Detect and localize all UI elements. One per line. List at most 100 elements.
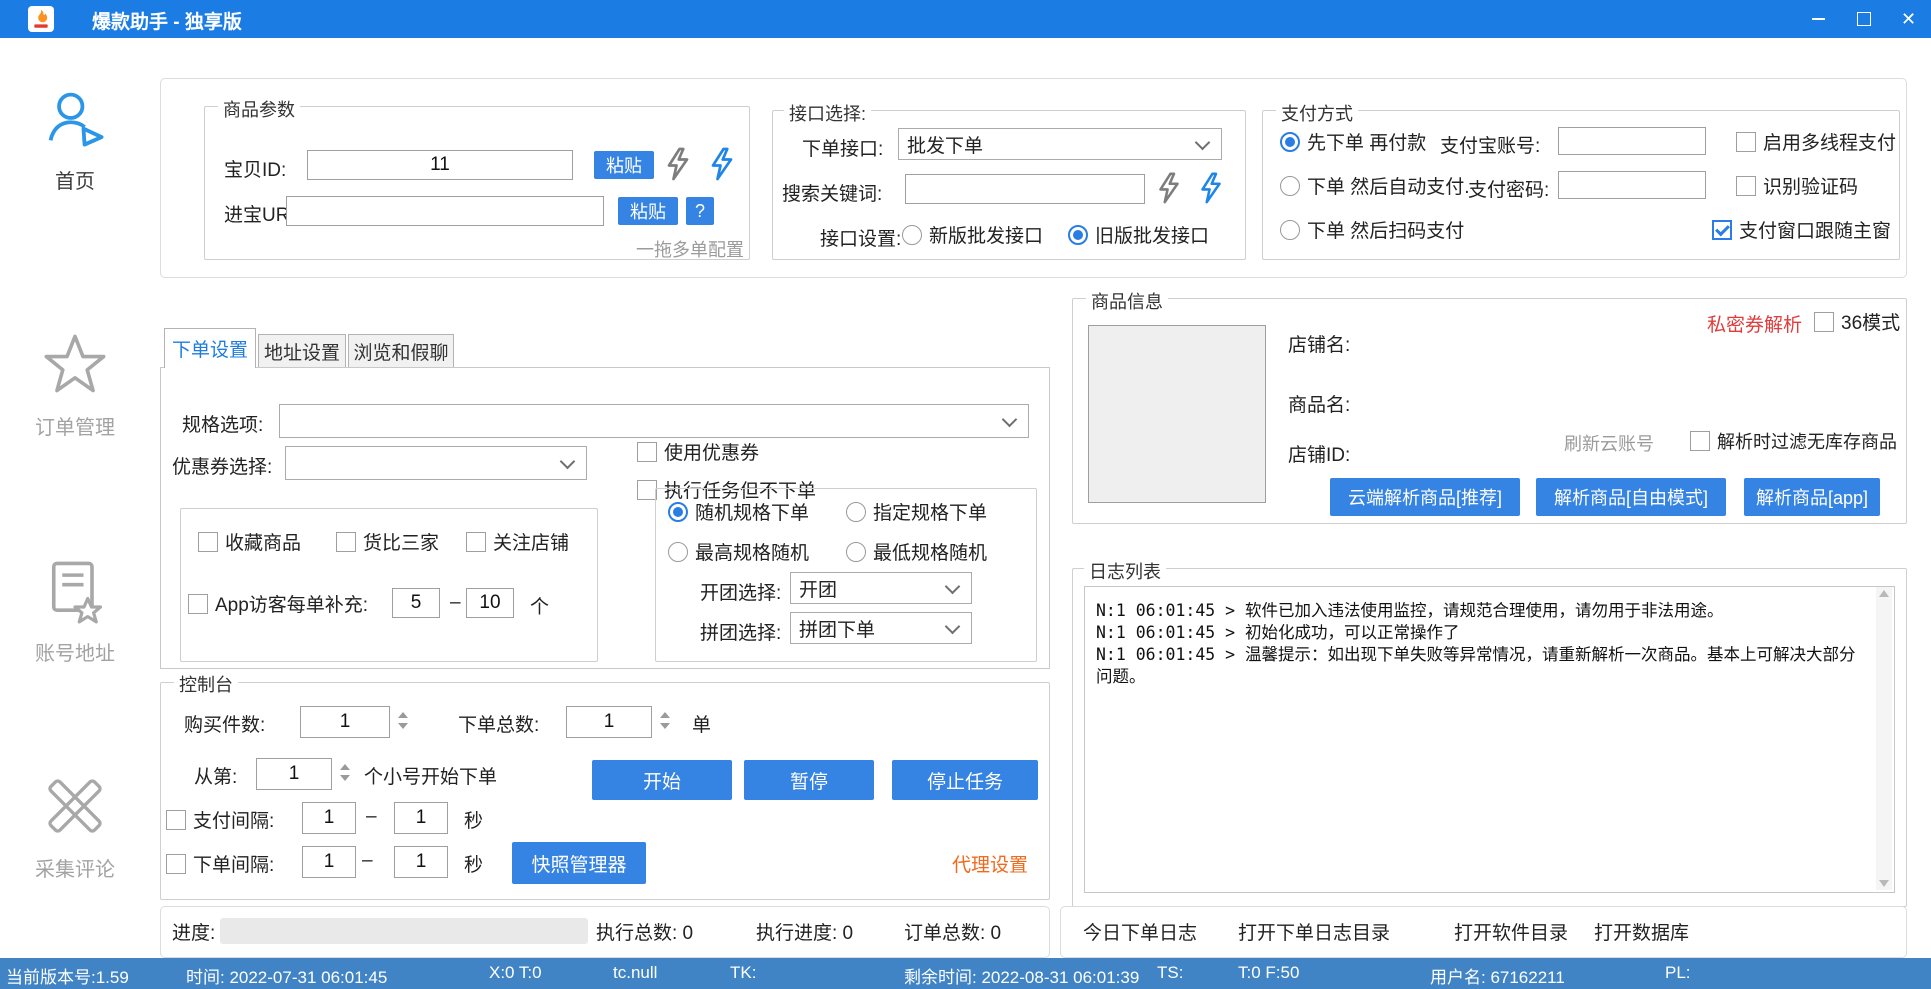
tab-label: 下单设置 xyxy=(172,335,248,362)
new-api-radio[interactable]: 新版批发接口 xyxy=(902,221,1043,248)
order-interval-max-input[interactable] xyxy=(394,846,448,878)
lowest-spec-radio[interactable]: 最低规格随机 xyxy=(846,538,987,565)
checkbox-box xyxy=(336,532,356,552)
filter-nostock-checkbox[interactable]: 解析时过滤无库存商品 xyxy=(1690,428,1897,454)
maximize-button[interactable] xyxy=(1841,0,1886,38)
help-button[interactable]: ? xyxy=(686,197,714,225)
mode36-checkbox[interactable]: 36模式 xyxy=(1814,308,1900,335)
private-coupon-link[interactable]: 私密券解析 xyxy=(1707,310,1802,337)
bolt-blue-icon[interactable] xyxy=(1194,171,1228,210)
pay-interval-min-input[interactable] xyxy=(302,802,356,834)
multi-order-config-link[interactable]: 一拖多单配置 xyxy=(636,236,744,262)
payment-title: 支付方式 xyxy=(1276,100,1358,126)
scroll-up-icon[interactable] xyxy=(1879,590,1889,597)
highest-spec-radio[interactable]: 最高规格随机 xyxy=(668,538,809,565)
sidebar-item-accounts[interactable]: 账号地址 xyxy=(0,556,150,666)
order-total-input[interactable] xyxy=(566,706,652,738)
bolt-gray-icon[interactable] xyxy=(1152,171,1186,210)
from-input[interactable] xyxy=(256,758,332,790)
alipay-input[interactable] xyxy=(1558,127,1706,155)
pay-password-input[interactable] xyxy=(1558,171,1706,199)
log-entry: N:1 06:01:45 > 初始化成功，可以正常操作了 xyxy=(1096,622,1858,644)
star-icon xyxy=(41,330,109,398)
url-input[interactable] xyxy=(286,196,604,226)
group-join-select[interactable]: 拼团下单 xyxy=(790,612,972,644)
paste-item-id-button[interactable]: 粘贴 xyxy=(594,151,654,179)
pay-interval-max-input[interactable] xyxy=(394,802,448,834)
captcha-checkbox[interactable]: 识别验证码 xyxy=(1736,172,1858,199)
minimize-button[interactable] xyxy=(1796,0,1841,38)
maximize-icon xyxy=(1857,12,1871,26)
tab-browse-chat[interactable]: 浏览和假聊 xyxy=(348,334,454,368)
scan-pay-radio[interactable]: 下单 然后扫码支付 xyxy=(1280,216,1464,243)
follow-shop-checkbox[interactable]: 关注店铺 xyxy=(466,528,569,555)
sidebar-item-comments[interactable]: 采集评论 xyxy=(0,772,150,882)
order-total-stepper[interactable] xyxy=(658,712,672,729)
old-api-radio[interactable]: 旧版批发接口 xyxy=(1068,221,1209,248)
coupon-select[interactable] xyxy=(285,446,587,480)
item-id-input[interactable] xyxy=(307,150,573,180)
multithread-pay-checkbox[interactable]: 启用多线程支付 xyxy=(1736,128,1896,155)
order-then-pay-radio[interactable]: 先下单 再付款 xyxy=(1280,128,1426,155)
radio-circle xyxy=(1280,220,1300,240)
keyword-input[interactable] xyxy=(905,174,1145,204)
from-stepper[interactable] xyxy=(338,764,352,781)
open-app-dir-link[interactable]: 打开软件目录 xyxy=(1454,918,1568,945)
snapshot-manager-button[interactable]: 快照管理器 xyxy=(512,842,646,884)
visitor-min-input[interactable] xyxy=(392,588,440,618)
visitor-max-input[interactable] xyxy=(466,588,514,618)
stop-button[interactable]: 停止任务 xyxy=(892,760,1038,800)
pause-button[interactable]: 暂停 xyxy=(744,760,874,800)
order-interval-min-input[interactable] xyxy=(302,846,356,878)
checkbox-label: 启用多线程支付 xyxy=(1763,128,1896,155)
buy-count-input[interactable] xyxy=(300,706,390,738)
alipay-label: 支付宝账号: xyxy=(1440,131,1540,158)
pay-interval-checkbox[interactable]: 支付间隔: xyxy=(166,806,274,833)
sidebar-item-label: 采集评论 xyxy=(35,853,115,882)
order-api-select[interactable]: 批发下单 xyxy=(898,128,1222,160)
chevron-down-icon xyxy=(1002,411,1018,427)
scroll-down-icon[interactable] xyxy=(1879,880,1889,887)
group-join-label: 拼团选择: xyxy=(700,618,781,645)
radio-circle xyxy=(1280,176,1300,196)
bolt-blue-icon[interactable] xyxy=(704,146,740,187)
chevron-down-icon xyxy=(945,578,961,594)
open-log-dir-link[interactable]: 打开下单日志目录 xyxy=(1238,918,1390,945)
open-db-link[interactable]: 打开数据库 xyxy=(1594,918,1689,945)
use-coupon-checkbox[interactable]: 使用优惠券 xyxy=(637,438,759,465)
auto-pay-radio[interactable]: 下单 然后自动支付. xyxy=(1280,172,1470,199)
seconds-unit-label: 秒 xyxy=(464,806,483,833)
radio-label: 新版批发接口 xyxy=(929,221,1043,248)
spec-select[interactable] xyxy=(279,404,1029,438)
log-scrollbar[interactable] xyxy=(1876,587,1892,890)
group-open-select[interactable]: 开团 xyxy=(790,572,972,604)
checkbox-box xyxy=(198,532,218,552)
shop-id-label: 店铺ID: xyxy=(1288,440,1350,467)
follow-window-checkbox[interactable]: 支付窗口跟随主窗 xyxy=(1712,216,1891,243)
close-button[interactable]: ✕ xyxy=(1886,0,1931,38)
sidebar-item-home[interactable]: 首页 xyxy=(0,84,150,194)
proxy-settings-link[interactable]: 代理设置 xyxy=(952,850,1028,877)
cloud-parse-button[interactable]: 云端解析商品[推荐] xyxy=(1330,478,1520,516)
radio-label: 随机规格下单 xyxy=(695,498,809,525)
progress-bar xyxy=(220,918,588,944)
buy-count-stepper[interactable] xyxy=(396,712,410,729)
refresh-cloud-link[interactable]: 刷新云账号 xyxy=(1564,430,1654,456)
bolt-gray-icon[interactable] xyxy=(660,146,696,187)
today-log-link[interactable]: 今日下单日志 xyxy=(1083,918,1197,945)
coupon-label: 优惠券选择: xyxy=(172,452,272,479)
app-visitor-checkbox[interactable]: App访客每单补充: xyxy=(188,590,368,617)
sidebar-item-orders[interactable]: 订单管理 xyxy=(0,330,150,440)
tab-address-settings[interactable]: 地址设置 xyxy=(258,334,346,368)
start-button[interactable]: 开始 xyxy=(592,760,732,800)
paste-url-button[interactable]: 粘贴 xyxy=(618,197,678,225)
app-parse-button[interactable]: 解析商品[app] xyxy=(1744,478,1880,516)
status-bar: 当前版本号:1.59 时间: 2022-07-31 06:01:45 X:0 T… xyxy=(0,958,1931,989)
random-spec-radio[interactable]: 随机规格下单 xyxy=(668,498,809,525)
tab-order-settings[interactable]: 下单设置 xyxy=(164,328,256,368)
compare-checkbox[interactable]: 货比三家 xyxy=(336,528,439,555)
order-interval-checkbox[interactable]: 下单间隔: xyxy=(166,850,274,877)
free-parse-button[interactable]: 解析商品[自由模式] xyxy=(1536,478,1726,516)
favorite-checkbox[interactable]: 收藏商品 xyxy=(198,528,301,555)
specified-spec-radio[interactable]: 指定规格下单 xyxy=(846,498,987,525)
